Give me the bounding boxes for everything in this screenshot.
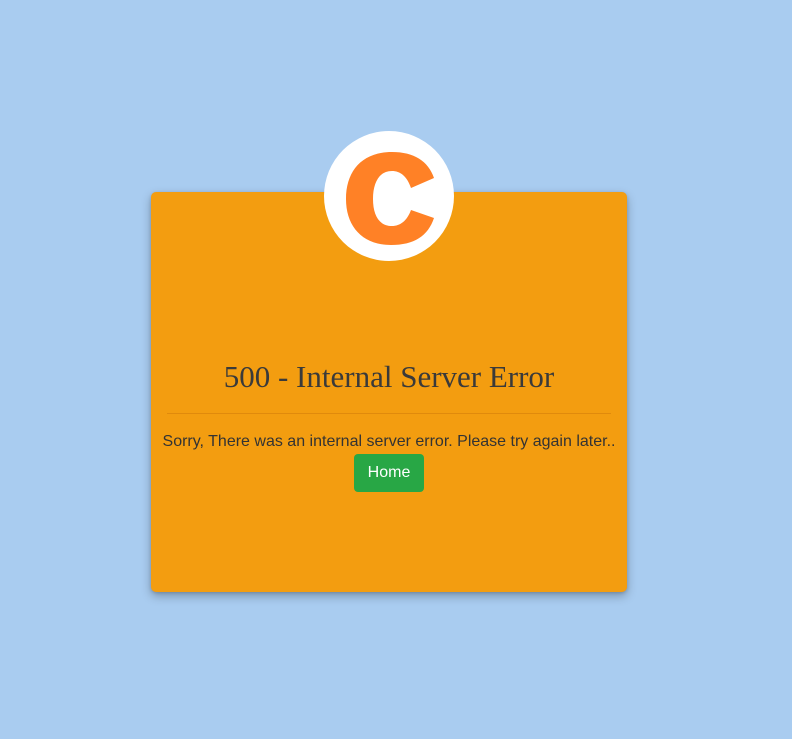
error-title: 500 - Internal Server Error xyxy=(223,359,555,394)
divider xyxy=(167,413,611,414)
home-button[interactable]: Home xyxy=(354,454,424,492)
logo-badge xyxy=(324,131,454,261)
error-message: Sorry, There was an internal server erro… xyxy=(162,433,616,450)
c-logo-icon xyxy=(346,152,434,245)
